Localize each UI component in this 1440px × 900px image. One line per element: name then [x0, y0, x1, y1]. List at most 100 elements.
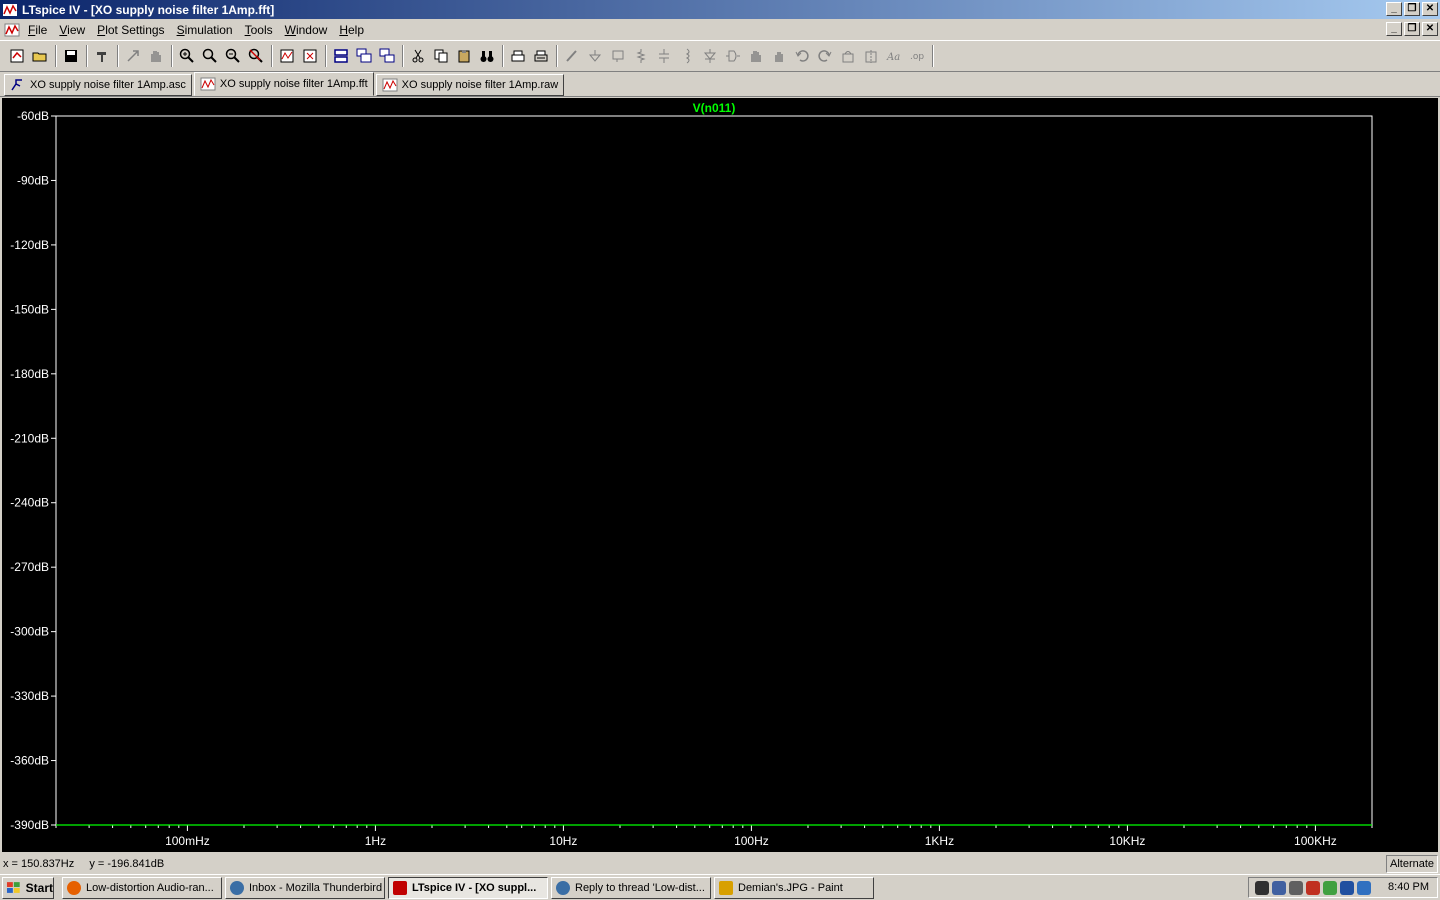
- task-reply-thread[interactable]: Reply to thread 'Low-dist...: [551, 876, 711, 899]
- toolbar-separator: [86, 45, 88, 67]
- clock[interactable]: 8:40 PM: [1388, 881, 1429, 893]
- move-button[interactable]: [745, 45, 767, 67]
- tile-vertical-button[interactable]: [376, 45, 398, 67]
- mdi-close-button[interactable]: ✕: [1422, 22, 1438, 36]
- start-label: Start: [25, 880, 53, 895]
- menu-help[interactable]: Help: [333, 23, 370, 37]
- inductor-button[interactable]: [676, 45, 698, 67]
- print-setup-button[interactable]: [507, 45, 529, 67]
- tile-vertical-icon: [379, 48, 395, 63]
- zoom-in-icon: [179, 48, 194, 63]
- task-label: LTspice IV - [XO suppl...: [412, 881, 537, 894]
- autorange-button[interactable]: [276, 45, 298, 67]
- menu-bar: File View Plot Settings Simulation Tools…: [0, 19, 1440, 40]
- capacitor-button[interactable]: [653, 45, 675, 67]
- paste-button[interactable]: [453, 45, 475, 67]
- toolbar-separator: [556, 45, 558, 67]
- x-tick-label: 1Hz: [365, 834, 386, 848]
- security-icon[interactable]: [1306, 880, 1320, 895]
- safe-remove-icon[interactable]: [1323, 880, 1337, 895]
- halt-button[interactable]: [145, 45, 167, 67]
- undo-button[interactable]: [791, 45, 813, 67]
- label-net-button[interactable]: [607, 45, 629, 67]
- resistor-button[interactable]: [630, 45, 652, 67]
- mirror-icon: [865, 50, 877, 63]
- y-tick-label: -270dB: [10, 560, 49, 574]
- start-button[interactable]: Start: [2, 876, 54, 899]
- svg-text:.op: .op: [910, 52, 924, 62]
- restore-button[interactable]: ❐: [1404, 2, 1420, 16]
- task-label: Demian's.JPG - Paint: [738, 881, 843, 894]
- paint-icon: [719, 880, 733, 895]
- menu-plot-settings[interactable]: Plot Settings: [91, 23, 170, 37]
- cursor-x-readout: x = 150.837Hz: [3, 858, 75, 870]
- trace-label-v-n011[interactable]: V(n011): [693, 101, 736, 115]
- redo-button[interactable]: [814, 45, 836, 67]
- cursor-y-readout: y = -196.841dB: [89, 858, 165, 870]
- fft-chart[interactable]: V(n011) -60dB -90dB -120dB -150dB -180dB -210…: [2, 98, 1438, 852]
- task-label: Inbox - Mozilla Thunderbird: [249, 881, 383, 894]
- component-button[interactable]: [722, 45, 744, 67]
- bluetooth-icon[interactable]: [1357, 880, 1371, 895]
- print-button[interactable]: [530, 45, 552, 67]
- cascade-button[interactable]: [353, 45, 375, 67]
- waveform-icon: [382, 78, 398, 92]
- close-button[interactable]: ✕: [1422, 2, 1438, 16]
- save-button[interactable]: [60, 45, 82, 67]
- mdi-minimize-button[interactable]: _: [1386, 22, 1402, 36]
- ground-icon: [588, 50, 602, 62]
- display-icon[interactable]: [1340, 880, 1354, 895]
- menu-view[interactable]: View: [53, 23, 91, 37]
- ltspice-icon: [393, 880, 407, 895]
- tab-schematic[interactable]: XO supply noise filter 1Amp.asc: [4, 74, 192, 96]
- new-schematic-button[interactable]: [6, 45, 28, 67]
- run-button[interactable]: [122, 45, 144, 67]
- text-button[interactable]: Aa: [883, 45, 905, 67]
- open-folder-icon: [32, 52, 47, 62]
- menu-window[interactable]: Window: [279, 23, 334, 37]
- tab-raw[interactable]: XO supply noise filter 1Amp.raw: [375, 74, 565, 96]
- network-icon[interactable]: [1272, 880, 1286, 895]
- control-panel-button[interactable]: [91, 45, 113, 67]
- toolbar-separator: [55, 45, 57, 67]
- hammer-icon: [97, 52, 106, 62]
- antivirus-icon[interactable]: [1289, 880, 1303, 895]
- minimize-button[interactable]: _: [1386, 2, 1402, 16]
- task-firefox[interactable]: Low-distortion Audio-ran...: [62, 876, 222, 899]
- menu-tools[interactable]: Tools: [239, 23, 279, 37]
- text-icon: Aa: [886, 52, 900, 63]
- zoom-area-button[interactable]: [176, 45, 198, 67]
- drag-button[interactable]: [768, 45, 790, 67]
- toolbar: Aa .op: [0, 40, 1440, 72]
- rotate-button[interactable]: [837, 45, 859, 67]
- pan-button[interactable]: [199, 45, 221, 67]
- find-button[interactable]: [476, 45, 498, 67]
- cut-button[interactable]: [407, 45, 429, 67]
- task-ltspice[interactable]: LTspice IV - [XO suppl...: [388, 876, 548, 899]
- waveform-plot-pane[interactable]: V(n011) -60dB -90dB -120dB -150dB -180dB -210…: [2, 98, 1438, 852]
- mirror-button[interactable]: [860, 45, 882, 67]
- zoom-out-button[interactable]: [222, 45, 244, 67]
- open-button[interactable]: [29, 45, 51, 67]
- diode-button[interactable]: [699, 45, 721, 67]
- copy-button[interactable]: [430, 45, 452, 67]
- task-thunderbird[interactable]: Inbox - Mozilla Thunderbird: [225, 876, 385, 899]
- task-label: Reply to thread 'Low-dist...: [575, 881, 705, 894]
- zoom-fit-button[interactable]: [245, 45, 267, 67]
- spice-directive-icon: .op: [910, 52, 924, 62]
- menu-simulation[interactable]: Simulation: [171, 23, 239, 37]
- window-title: LTspice IV - [XO supply noise filter 1Am…: [22, 2, 275, 17]
- fit-icon: [303, 49, 317, 63]
- ground-button[interactable]: [584, 45, 606, 67]
- draw-wire-button[interactable]: [561, 45, 583, 67]
- menu-file[interactable]: File: [22, 23, 53, 37]
- steam-icon[interactable]: [1255, 880, 1269, 895]
- spice-directive-button[interactable]: .op: [906, 45, 928, 67]
- tab-fft[interactable]: XO supply noise filter 1Amp.fft: [193, 72, 374, 96]
- mdi-restore-button[interactable]: ❐: [1404, 22, 1420, 36]
- printer-icon: [534, 50, 548, 62]
- waveform-icon: [200, 77, 216, 91]
- fit-button[interactable]: [299, 45, 321, 67]
- tile-horizontal-button[interactable]: [330, 45, 352, 67]
- task-paint[interactable]: Demian's.JPG - Paint: [714, 876, 874, 899]
